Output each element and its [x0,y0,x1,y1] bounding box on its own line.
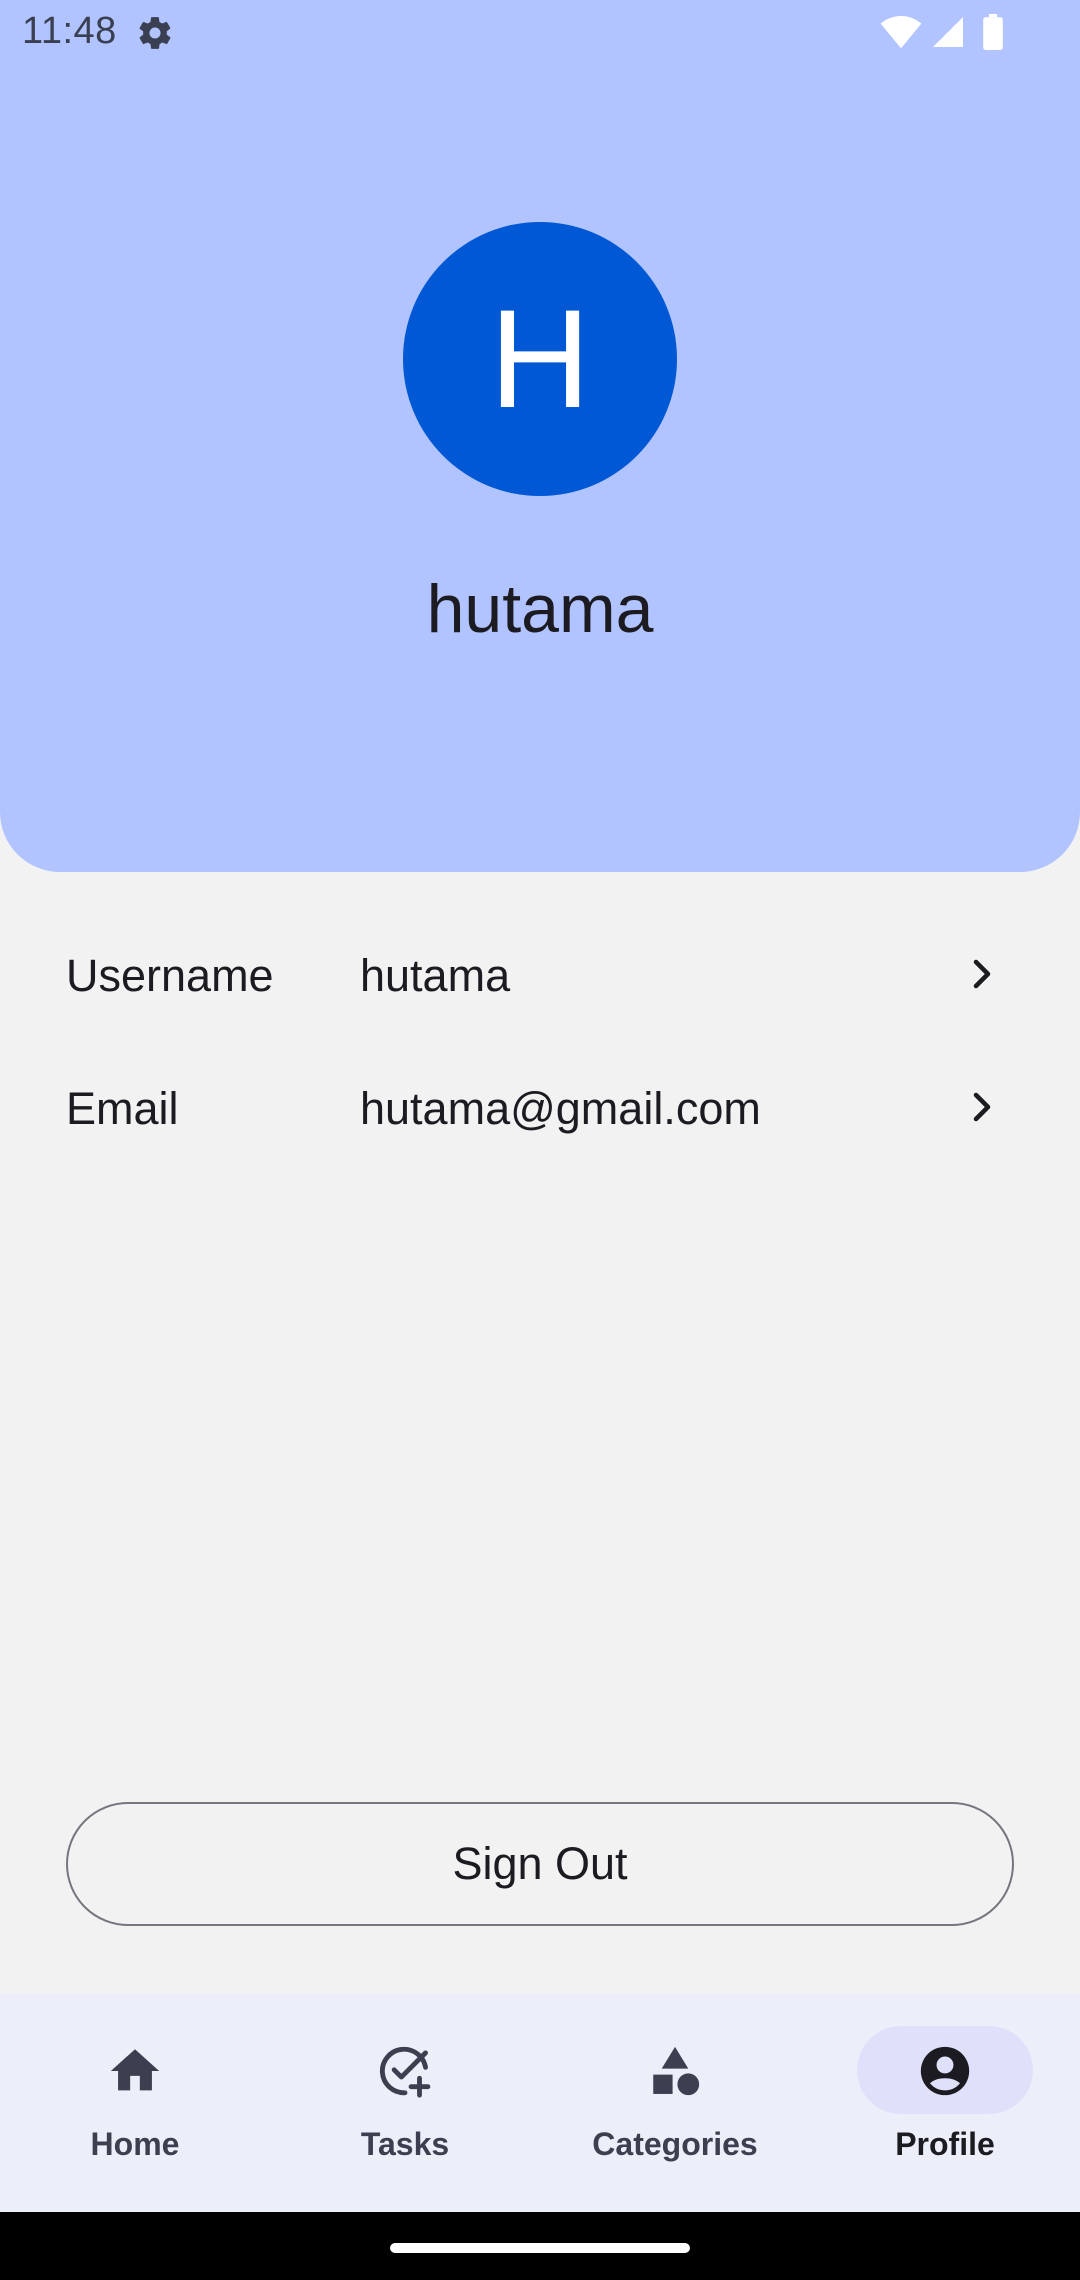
status-bar: 11:48 [0,0,1080,66]
gear-icon [139,17,171,49]
chevron-right-icon [973,959,991,989]
nav-label-categories: Categories [592,2126,758,2162]
username-row[interactable]: Username hutama [0,924,1080,1034]
battery-icon [983,14,1003,50]
nav-item-home[interactable]: Home [0,1994,270,2212]
username-value: hutama [360,950,511,1001]
avatar-initial: H [489,280,591,437]
nav-label-tasks: Tasks [360,2126,450,2162]
profile-name: hutama [426,571,654,647]
status-time: 11:48 [22,10,117,52]
wifi-icon [880,16,922,49]
profile-screen: 11:48 H hutama Username hutama Email hut… [0,0,1080,2280]
email-value: hutama@gmail.com [360,1083,761,1134]
nav-item-categories[interactable]: Categories [540,1994,810,2212]
home-icon [110,2049,160,2091]
profile-header: 11:48 H hutama [0,0,1080,872]
nav-item-profile[interactable]: Profile [810,1994,1080,2212]
username-label: Username [66,950,274,1001]
task-add-icon [379,2046,431,2098]
sign-out-button[interactable]: Sign Out [66,1802,1014,1926]
email-label: Email [66,1083,179,1134]
gesture-navigation-bar [0,2212,1080,2280]
avatar: H [403,222,677,496]
nav-label-home: Home [90,2126,180,2162]
categories-icon [653,2046,700,2096]
bottom-navigation: Home Tasks Categories Profile [0,1994,1080,2212]
nav-item-tasks[interactable]: Tasks [270,1994,540,2212]
signal-icon [933,17,963,47]
chevron-right-icon [973,1092,991,1122]
account-circle-icon [920,2046,970,2096]
email-row[interactable]: Email hutama@gmail.com [0,1057,1080,1167]
home-gesture-handle[interactable] [390,2243,690,2253]
nav-label-profile: Profile [895,2126,995,2162]
